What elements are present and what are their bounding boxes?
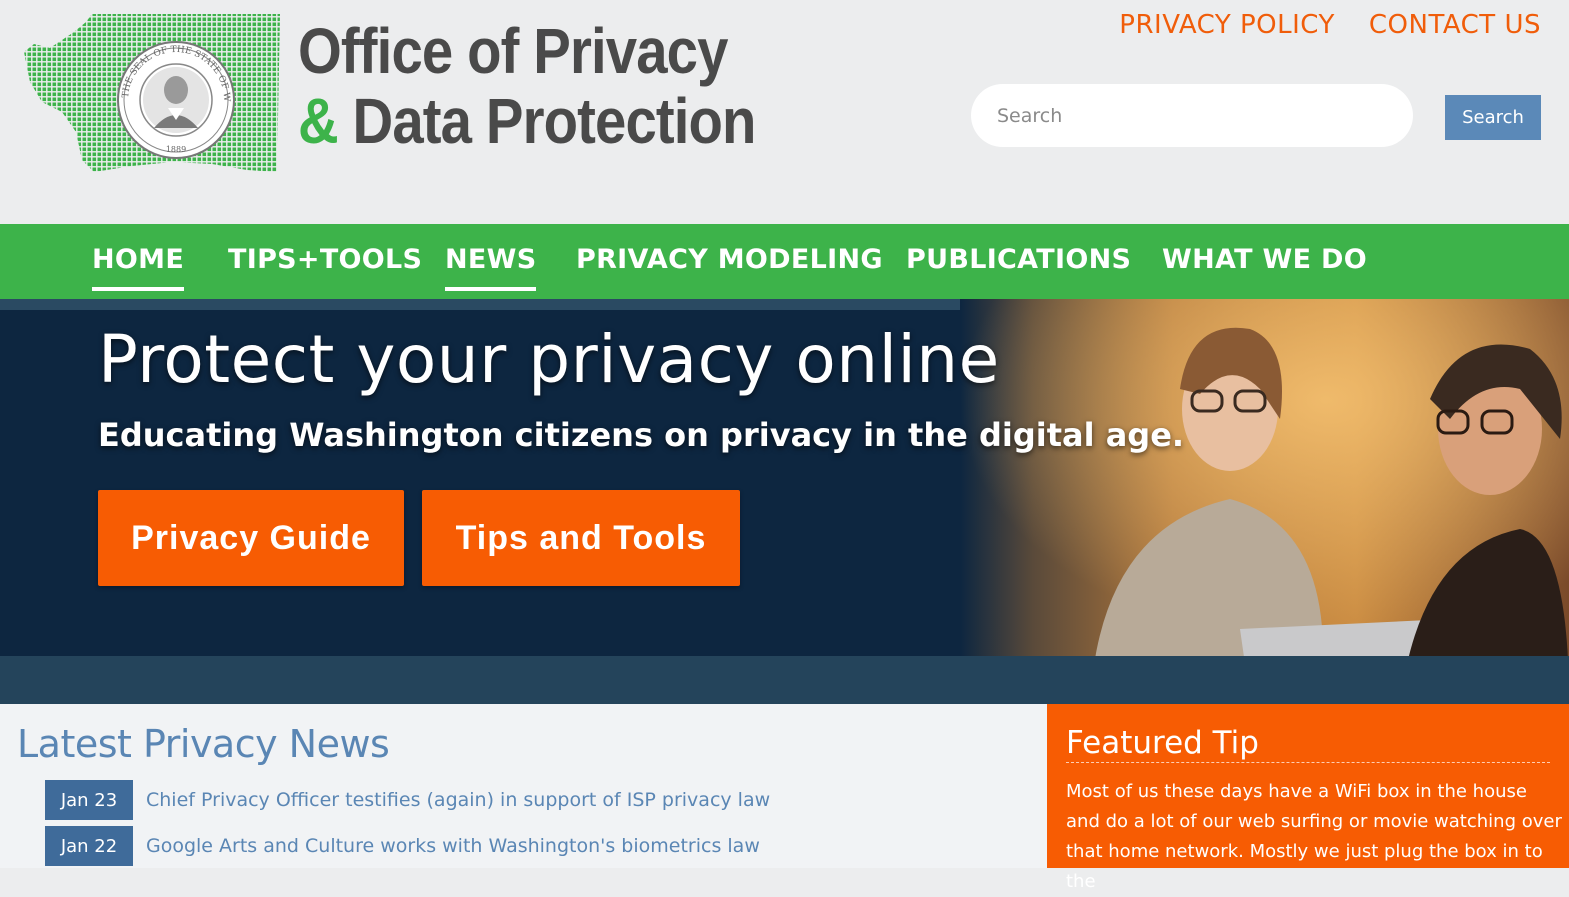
nav-item-news[interactable]: NEWS [445, 244, 537, 291]
site-title-line1: Office of Privacy [298, 15, 728, 87]
ampersand: & [298, 85, 339, 157]
main-nav: HOME TIPS+TOOLS NEWS PRIVACY MODELING PU… [0, 224, 1569, 299]
news-date-badge: Jan 22 [45, 826, 133, 866]
hero-banner: Protect your privacy online Educating Wa… [0, 299, 1569, 704]
nav-item-tips-tools[interactable]: TIPS+TOOLS [228, 244, 422, 287]
hero-photo-people [960, 299, 1569, 704]
latest-news-section: Latest Privacy News Jan 23 Chief Privacy… [0, 704, 1047, 868]
featured-tip-title: Featured Tip [1066, 724, 1550, 763]
contact-us-link[interactable]: CONTACT US [1369, 10, 1541, 40]
utility-links: PRIVACY POLICY CONTACT US [1119, 10, 1541, 40]
hero-title: Protect your privacy online [98, 321, 1000, 398]
hero-subtitle: Educating Washington citizens on privacy… [98, 416, 1185, 454]
news-item: Jan 23 Chief Privacy Officer testifies (… [45, 780, 770, 820]
nav-item-privacy-modeling[interactable]: PRIVACY MODELING [576, 244, 883, 287]
hero-bottom-strip [0, 656, 1569, 704]
site-title[interactable]: Office of Privacy & Data Protection [298, 16, 756, 156]
site-title-line2-text: Data Protection [352, 85, 757, 157]
search-input[interactable] [971, 84, 1413, 147]
privacy-policy-link[interactable]: PRIVACY POLICY [1119, 10, 1335, 40]
news-link[interactable]: Chief Privacy Officer testifies (again) … [146, 789, 770, 811]
privacy-guide-button[interactable]: Privacy Guide [98, 490, 404, 586]
site-title-line2: & Data Protection [298, 86, 756, 156]
nav-item-home[interactable]: HOME [92, 244, 185, 291]
news-link[interactable]: Google Arts and Culture works with Washi… [146, 835, 760, 857]
news-item: Jan 22 Google Arts and Culture works wit… [45, 826, 760, 866]
featured-tip-text: Most of us these days have a WiFi box in… [1066, 781, 1562, 892]
search-button[interactable]: Search [1445, 95, 1541, 140]
news-date-badge: Jan 23 [45, 780, 133, 820]
state-seal-icon: 1889 THE SEAL OF THE STATE OF WASHINGTON [110, 40, 235, 159]
news-section-title: Latest Privacy News [17, 722, 390, 766]
svg-text:1889: 1889 [166, 145, 186, 154]
tips-and-tools-button[interactable]: Tips and Tools [422, 490, 740, 586]
nav-item-what-we-do[interactable]: WHAT WE DO [1162, 244, 1367, 287]
featured-tip-panel: Featured Tip Most of us these days have … [1047, 704, 1569, 892]
nav-item-publications[interactable]: PUBLICATIONS [906, 244, 1131, 287]
site-header: 1889 THE SEAL OF THE STATE OF WASHINGTON… [0, 0, 1569, 224]
